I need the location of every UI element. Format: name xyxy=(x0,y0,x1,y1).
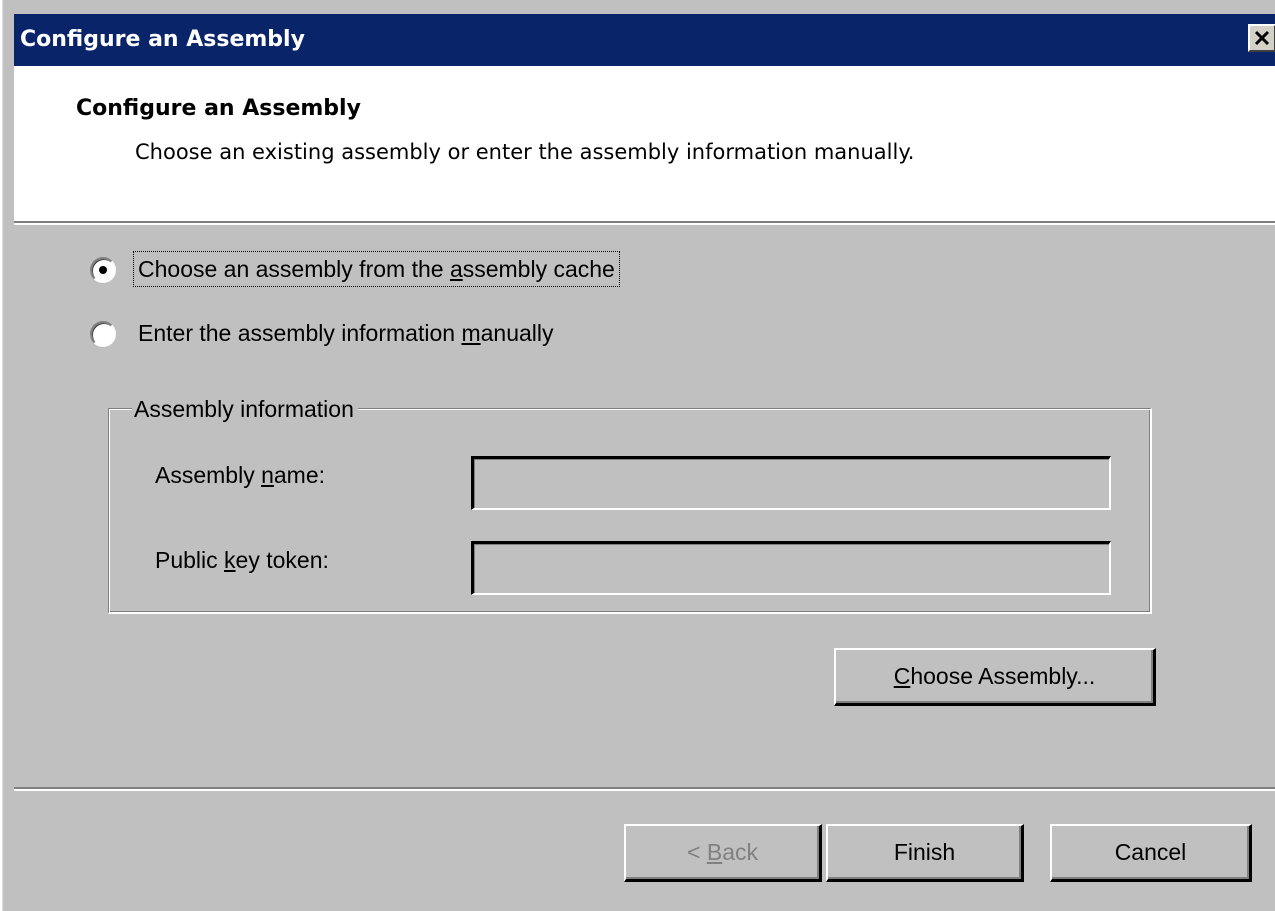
page-title: Configure an Assembly xyxy=(76,96,361,121)
assembly-information-legend: Assembly information xyxy=(132,394,358,424)
page-subtitle: Choose an existing assembly or enter the… xyxy=(135,140,915,164)
option-assembly-cache[interactable]: Choose an assembly from the assembly cac… xyxy=(90,250,790,290)
public-key-token-field[interactable] xyxy=(471,541,1111,595)
choose-assembly-button[interactable]: Choose Assembly... xyxy=(834,648,1156,706)
radio-selected-dot-icon xyxy=(99,266,107,274)
back-button[interactable]: < Back xyxy=(624,824,822,882)
close-icon xyxy=(1254,30,1270,46)
close-button[interactable] xyxy=(1248,24,1275,52)
dialog-window: Configure an Assembly Configure an Assem… xyxy=(0,0,1275,911)
radio-button-cache[interactable] xyxy=(90,257,116,283)
assembly-name-label: Assembly name: xyxy=(155,462,326,488)
public-key-token-label: Public key token: xyxy=(155,547,329,573)
option-enter-manually[interactable]: Enter the assembly information manually xyxy=(90,314,790,354)
assembly-name-field[interactable] xyxy=(471,456,1111,510)
header-divider-highlight xyxy=(14,223,1275,225)
radio-button-manual[interactable] xyxy=(90,321,116,347)
finish-button[interactable]: Finish xyxy=(826,824,1024,882)
header-panel: Configure an Assembly Choose an existing… xyxy=(14,66,1275,221)
footer-divider-highlight xyxy=(14,789,1275,791)
option-assembly-cache-label[interactable]: Choose an assembly from the assembly cac… xyxy=(133,251,620,287)
title-bar[interactable]: Configure an Assembly xyxy=(14,14,1275,66)
window-title: Configure an Assembly xyxy=(20,27,305,52)
option-enter-manually-label[interactable]: Enter the assembly information manually xyxy=(134,316,558,350)
cancel-button[interactable]: Cancel xyxy=(1050,824,1252,882)
